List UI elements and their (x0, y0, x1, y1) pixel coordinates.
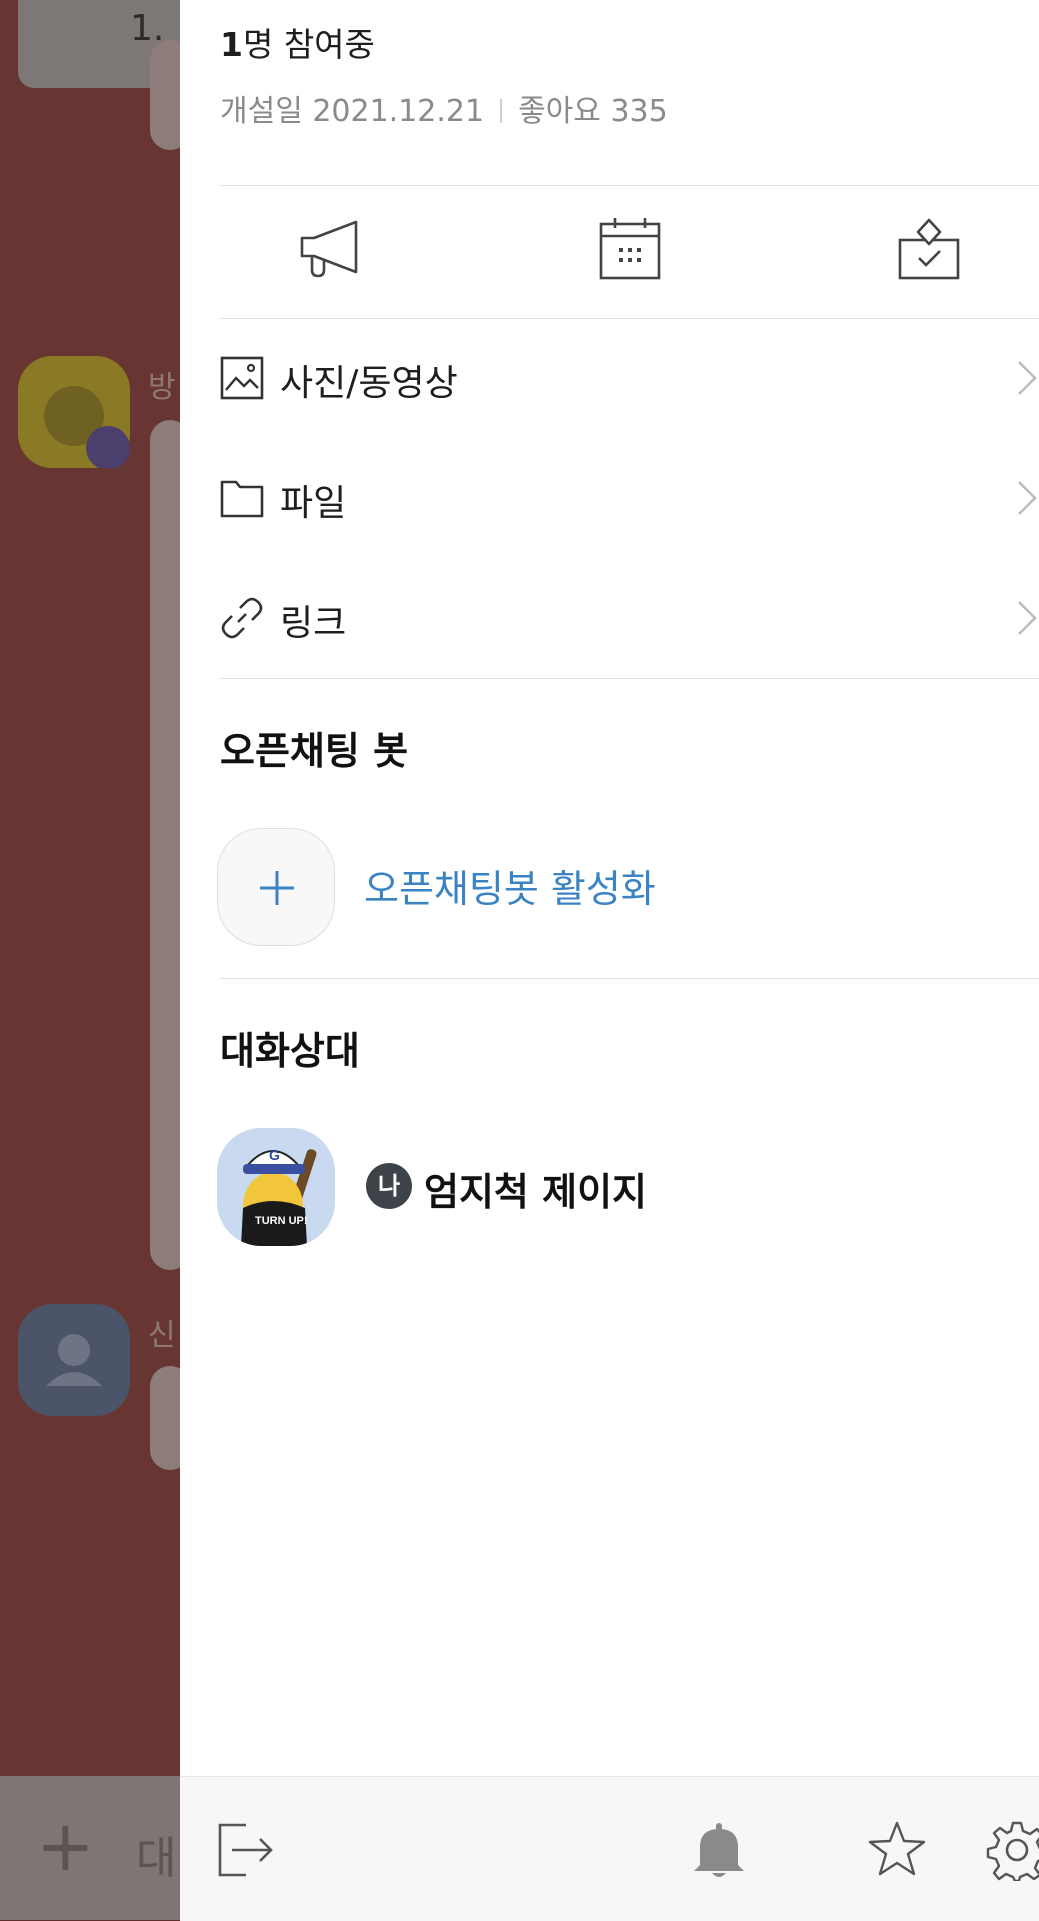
plus-icon (260, 871, 294, 905)
sender-name: 신 (148, 1318, 176, 1353)
likes-count: 좋아요 335 (518, 94, 668, 129)
participant-suffix: 명 참여중 (242, 25, 375, 64)
avatar-shirt-text: TURN UP! (255, 1215, 308, 1227)
bot-section-title: 오픈채팅 봇 (220, 729, 409, 773)
member-name[interactable]: 엄지척 제이지 (424, 1161, 647, 1216)
calendar-icon[interactable] (595, 214, 665, 284)
link-icon (221, 597, 263, 639)
menu-label: 사진/동영상 (280, 363, 458, 404)
star-icon[interactable] (866, 1819, 928, 1881)
exit-icon[interactable] (216, 1819, 278, 1881)
me-badge: 나 (366, 1163, 412, 1209)
menu-files[interactable]: 파일 (220, 458, 1039, 538)
menu-photos-videos[interactable]: 사진/동영상 (220, 338, 1039, 418)
menu-links[interactable]: 링크 (220, 578, 1039, 658)
gear-icon[interactable] (986, 1819, 1039, 1881)
add-bot-button[interactable] (217, 828, 335, 946)
menu-label: 파일 (280, 483, 347, 524)
menu-label: 링크 (280, 603, 347, 644)
user-avatar (18, 1304, 130, 1416)
participant-number: 1 (220, 25, 243, 64)
vote-box-icon[interactable] (894, 214, 964, 284)
divider (219, 678, 1039, 679)
plus-icon: + (36, 1805, 95, 1887)
activate-bot-link[interactable]: 오픈채팅봇 활성화 (364, 858, 656, 913)
photo-icon (220, 356, 264, 400)
divider (219, 185, 1039, 186)
drawer-bottom-bar (180, 1776, 1039, 1921)
room-meta: 개설일 2021.12.21 좋아요 335 (220, 86, 668, 130)
chevron-right-icon (1018, 361, 1037, 395)
members-section-title: 대화상대 (220, 1029, 360, 1073)
meta-separator (500, 99, 503, 123)
divider (219, 978, 1039, 979)
character-avatar-icon: G TURN UP! (241, 1147, 317, 1246)
sender-name: 방 (148, 370, 176, 405)
chatroom-drawer: 1명 참여중 개설일 2021.12.21 좋아요 335 사진/동영상 파일 … (180, 0, 1039, 1921)
folder-icon (220, 480, 264, 518)
chat-input-placeholder: 대 (136, 1833, 177, 1884)
participant-count: 1명 참여중 (220, 18, 375, 66)
created-date: 개설일 2021.12.21 (220, 94, 485, 129)
bot-avatar (18, 356, 130, 470)
member-avatar[interactable]: G TURN UP! (217, 1128, 335, 1246)
chevron-right-icon (1018, 601, 1037, 635)
megaphone-icon[interactable] (296, 214, 366, 284)
divider (219, 318, 1039, 319)
svg-text:G: G (269, 1147, 280, 1163)
chevron-right-icon (1018, 481, 1037, 515)
bell-icon[interactable] (688, 1819, 750, 1881)
